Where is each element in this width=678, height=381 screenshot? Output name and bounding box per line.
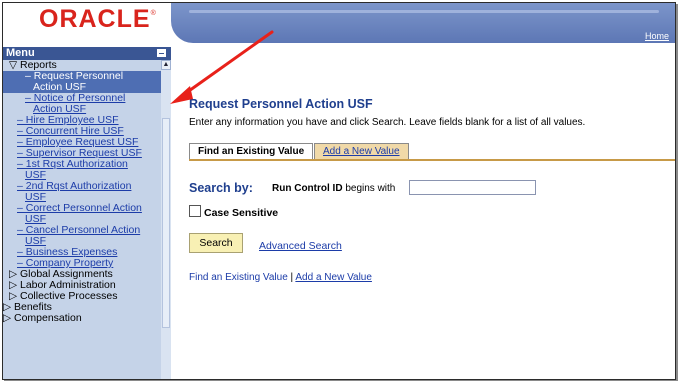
page-header: ORACLE® Home xyxy=(3,3,675,47)
menu-title: Menu xyxy=(6,47,35,59)
header-highlight-strip xyxy=(189,10,659,13)
search-by-label: Search by: xyxy=(189,181,253,195)
link-separator: | xyxy=(290,272,294,283)
run-control-label: Run Control ID xyxy=(272,183,343,194)
begins-with-label: begins with xyxy=(345,183,396,194)
left-menu: Menu ▽ Reports – Request Personnel Actio… xyxy=(3,47,171,379)
page-title: Request Personnel Action USF xyxy=(189,97,373,111)
oracle-logo: ORACLE® xyxy=(39,5,157,34)
add-new-value-link[interactable]: Add a New Value xyxy=(295,272,372,283)
case-sensitive-option[interactable]: Case Sensitive xyxy=(189,205,278,219)
instructions-text: Enter any information you have and click… xyxy=(189,117,586,128)
run-control-label-group: Run Control ID begins with xyxy=(272,183,395,194)
scrollbar-thumb[interactable] xyxy=(162,118,170,328)
logo-registered-mark: ® xyxy=(150,10,157,17)
minimize-icon[interactable] xyxy=(157,49,166,57)
scroll-up-icon[interactable]: ▲ xyxy=(161,60,171,70)
tab-find-existing-value[interactable]: Find an Existing Value xyxy=(189,143,314,160)
tab-underline xyxy=(189,159,675,161)
logo-text: ORACLE xyxy=(39,5,151,33)
menu-folder-compensation[interactable]: ▷ Compensation xyxy=(3,313,161,324)
search-button[interactable]: Search xyxy=(189,233,243,253)
header-banner: Home xyxy=(171,3,675,43)
screenshot-frame: ORACLE® Home Menu ▽ Reports – Request Pe… xyxy=(2,2,676,380)
bottom-links: Find an Existing Value | Add a New Value xyxy=(189,272,372,283)
case-sensitive-label: Case Sensitive xyxy=(204,207,279,219)
tab-label: Add a New Value xyxy=(323,146,400,157)
home-link[interactable]: Home xyxy=(645,31,669,41)
run-control-id-input[interactable] xyxy=(409,180,536,195)
find-existing-value-link[interactable]: Find an Existing Value xyxy=(189,272,288,283)
menu-scrollbar[interactable]: ▲ xyxy=(161,60,171,379)
main-content: Request Personnel Action USF Enter any i… xyxy=(171,47,675,379)
menu-tree: ▽ Reports – Request Personnel Action USF… xyxy=(3,60,161,324)
tab-add-new-value[interactable]: Add a New Value xyxy=(314,143,409,160)
case-sensitive-checkbox[interactable] xyxy=(189,205,201,217)
search-tabs: Find an Existing Value Add a New Value xyxy=(189,143,675,161)
advanced-search-link[interactable]: Advanced Search xyxy=(259,240,342,252)
